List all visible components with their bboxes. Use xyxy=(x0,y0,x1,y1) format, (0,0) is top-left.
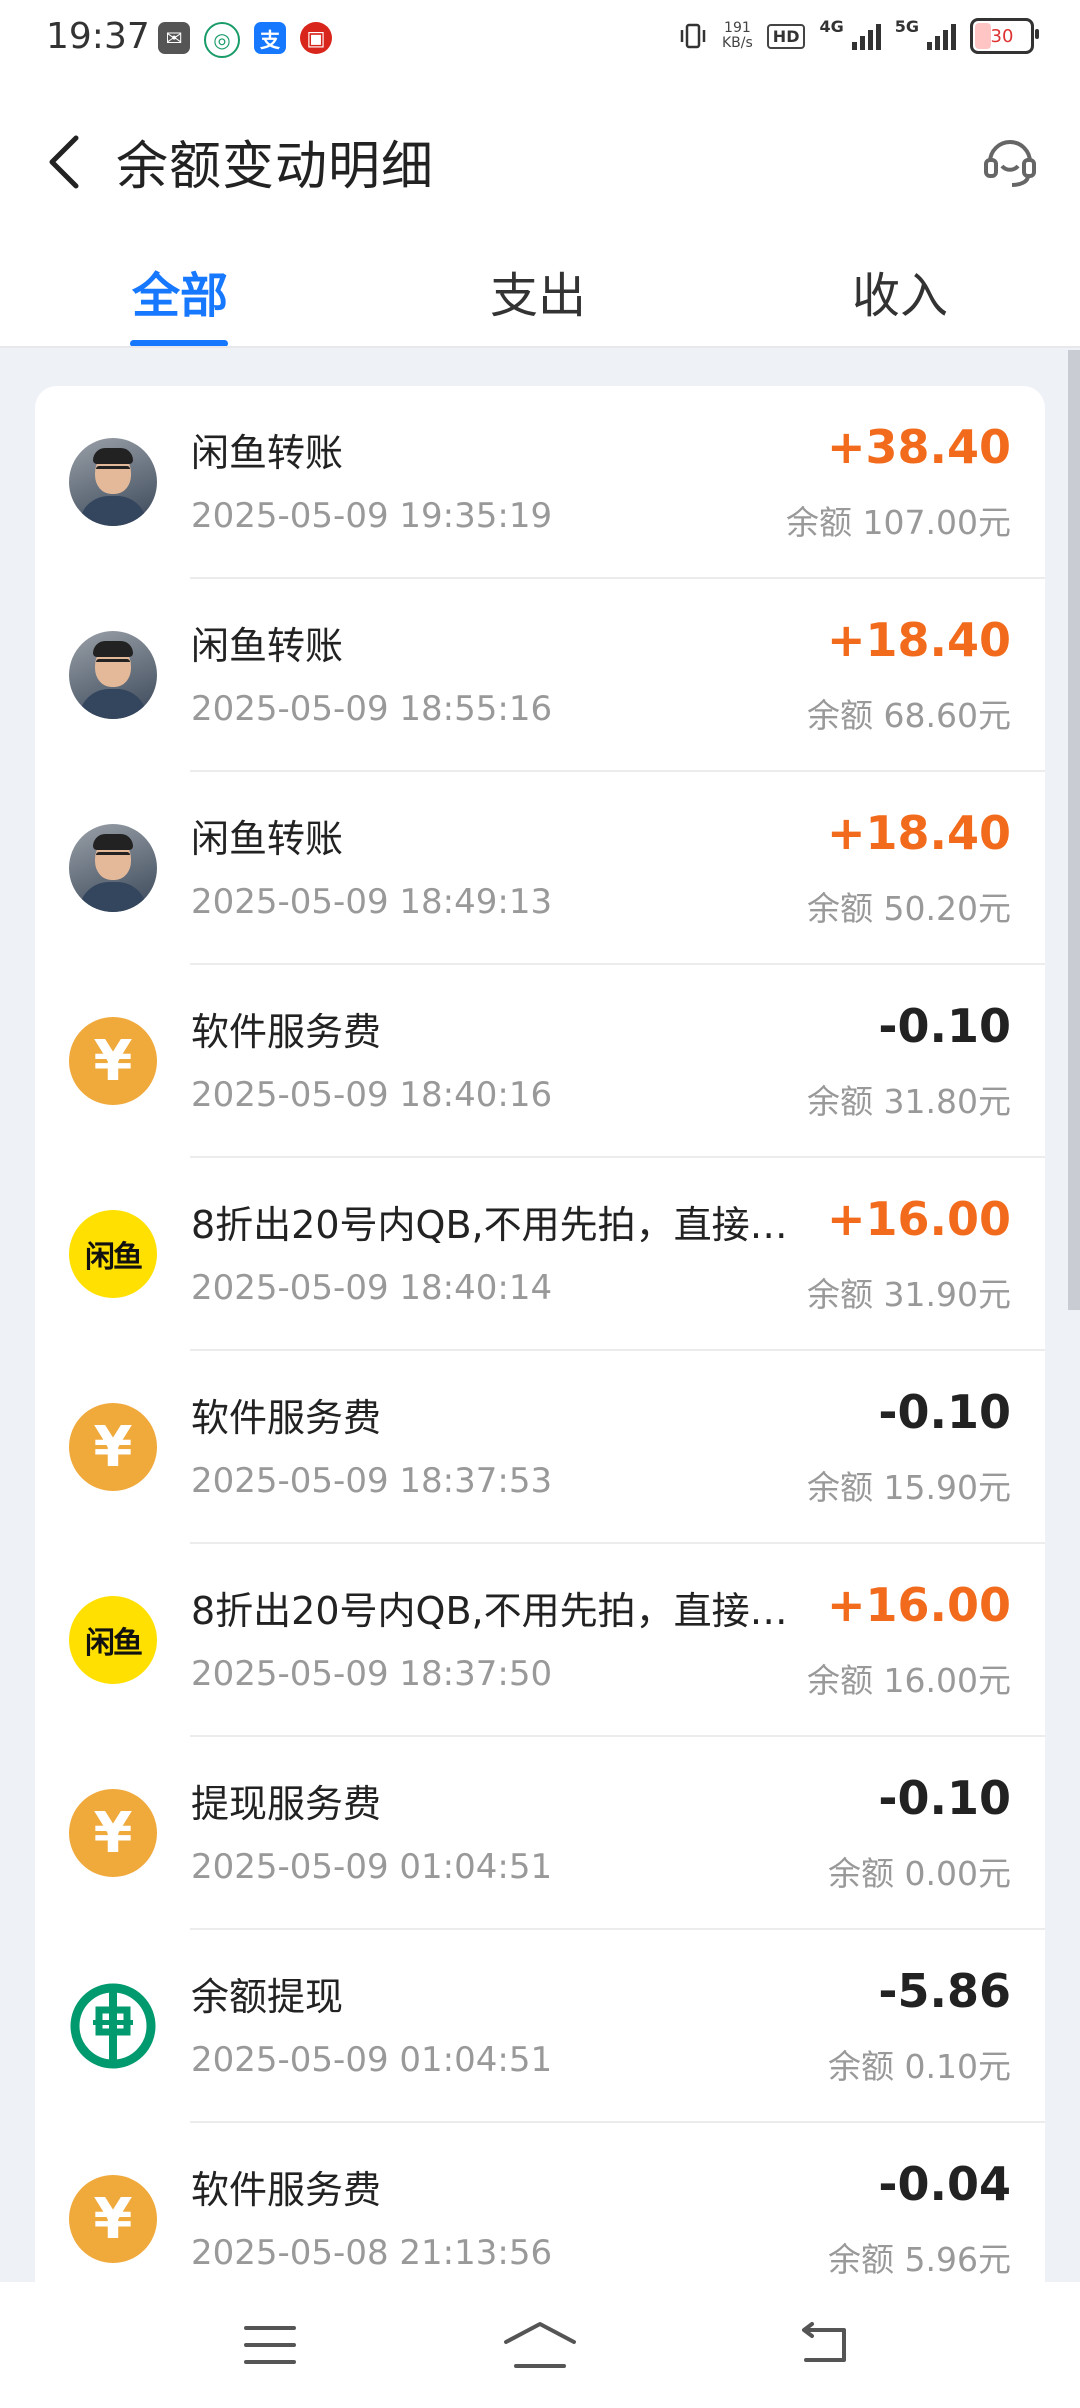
transaction-amount: +16.00 xyxy=(826,1578,1011,1632)
transaction-name: 8折出20号内QB,不用先拍，直接… xyxy=(191,1589,788,1633)
transaction-name: 软件服务费 xyxy=(191,2168,382,2212)
transaction-amount: +18.40 xyxy=(826,806,1011,860)
page-header: 余额变动明细 全部 支出 收入 xyxy=(0,84,1080,347)
transaction-name: 闲鱼转账 xyxy=(191,431,344,475)
transaction-name: 提现服务费 xyxy=(191,1782,382,1826)
transaction-balance: 余额 5.96元 xyxy=(828,2240,1011,2279)
tab-income[interactable]: 收入 xyxy=(852,256,948,326)
status-right: 191 KB/s HD 4G 5G 30 xyxy=(678,16,1039,54)
transaction-amount: -5.86 xyxy=(878,1964,1011,2018)
user-photo-avatar xyxy=(69,631,157,719)
transaction-list: 闲鱼转账 2025-05-09 19:35:19 +38.40 余额 107.0… xyxy=(35,386,1045,2286)
status-bar: 19:37 ✉ ◎ 支 ▣ 191 KB/s HD 4G 5G 30 xyxy=(0,0,1080,84)
transaction-balance: 余额 16.00元 xyxy=(807,1661,1011,1700)
transaction-row[interactable]: ¥ 软件服务费 2025-05-08 21:13:56 -0.04 余额 5.9… xyxy=(35,2123,1045,2286)
transaction-balance: 余额 0.00元 xyxy=(828,1854,1011,1893)
signal-1-icon xyxy=(851,22,881,50)
transaction-name: 8折出20号内QB,不用先拍，直接… xyxy=(191,1203,788,1247)
transaction-row[interactable]: 闲鱼转账 2025-05-09 18:55:16 +18.40 余额 68.60… xyxy=(35,579,1045,772)
back-button[interactable] xyxy=(34,124,94,200)
yuan-icon: ¥ xyxy=(69,2175,157,2263)
transaction-amount: +18.40 xyxy=(826,613,1011,667)
transaction-time: 2025-05-09 18:55:16 xyxy=(191,689,553,729)
transaction-row[interactable]: 闲鱼 8折出20号内QB,不用先拍，直接… 2025-05-09 18:40:1… xyxy=(35,1158,1045,1351)
transaction-time: 2025-05-09 01:04:51 xyxy=(191,1847,553,1887)
transaction-name: 闲鱼转账 xyxy=(191,817,344,861)
transaction-balance: 余额 68.60元 xyxy=(807,696,1011,735)
transaction-amount: -0.10 xyxy=(878,1385,1011,1439)
header-divider xyxy=(0,346,1080,348)
transaction-row[interactable]: 余额提现 2025-05-09 01:04:51 -5.86 余额 0.10元 xyxy=(35,1930,1045,2123)
vibrate-icon xyxy=(680,23,706,49)
transaction-time: 2025-05-09 18:40:16 xyxy=(191,1075,553,1115)
bank-logo xyxy=(69,1982,157,2070)
xianyu-logo: 闲鱼 xyxy=(69,1596,157,1684)
transaction-row[interactable]: 闲鱼 8折出20号内QB,不用先拍，直接… 2025-05-09 18:37:5… xyxy=(35,1544,1045,1737)
speed-unit: KB/s xyxy=(722,35,753,51)
transaction-balance: 余额 31.90元 xyxy=(807,1275,1011,1314)
back-arrow-icon xyxy=(802,2322,846,2362)
scrollbar[interactable] xyxy=(1068,350,1080,1310)
transaction-row[interactable]: ¥ 提现服务费 2025-05-09 01:04:51 -0.10 余额 0.0… xyxy=(35,1737,1045,1930)
transaction-time: 2025-05-09 18:40:14 xyxy=(191,1268,553,1308)
network-speed: 191 KB/s xyxy=(722,21,753,51)
system-nav-bar xyxy=(0,2282,1080,2408)
transaction-balance: 余额 50.20元 xyxy=(807,889,1011,928)
page-title: 余额变动明细 xyxy=(116,137,435,197)
transaction-row[interactable]: ¥ 软件服务费 2025-05-09 18:37:53 -0.10 余额 15.… xyxy=(35,1351,1045,1544)
transaction-time: 2025-05-08 21:13:56 xyxy=(191,2233,553,2273)
transaction-amount: -0.04 xyxy=(878,2157,1011,2211)
alipay-notification-icon: 支 xyxy=(254,22,286,54)
transaction-time: 2025-05-09 18:37:53 xyxy=(191,1461,553,1501)
yuan-icon: ¥ xyxy=(69,1789,157,1877)
transaction-time: 2025-05-09 01:04:51 xyxy=(191,2040,553,2080)
transaction-amount: -0.10 xyxy=(878,1771,1011,1825)
citic-notification-icon: ▣ xyxy=(300,22,332,54)
bank-notification-icon: ◎ xyxy=(204,22,240,58)
transaction-balance: 余额 15.90元 xyxy=(807,1468,1011,1507)
user-photo-avatar xyxy=(69,824,157,912)
transaction-balance: 余额 107.00元 xyxy=(786,503,1011,542)
mail-notification-icon: ✉ xyxy=(158,22,190,54)
transaction-amount: +38.40 xyxy=(826,420,1011,474)
transaction-name: 软件服务费 xyxy=(191,1010,382,1054)
transaction-row[interactable]: 闲鱼转账 2025-05-09 19:35:19 +38.40 余额 107.0… xyxy=(35,386,1045,579)
hd-badge: HD xyxy=(766,23,806,49)
xianyu-logo: 闲鱼 xyxy=(69,1210,157,1298)
headset-icon xyxy=(984,140,1036,187)
transaction-balance: 余额 31.80元 xyxy=(807,1082,1011,1121)
transaction-amount: -0.10 xyxy=(878,999,1011,1053)
chevron-left-icon xyxy=(49,135,79,189)
network-4g-label: 4G xyxy=(819,16,844,36)
tab-expense[interactable]: 支出 xyxy=(490,256,586,326)
transaction-row[interactable]: 闲鱼转账 2025-05-09 18:49:13 +18.40 余额 50.20… xyxy=(35,772,1045,965)
abc-bank-icon xyxy=(70,1983,156,2069)
yuan-icon: ¥ xyxy=(69,1017,157,1105)
user-photo-avatar xyxy=(69,438,157,526)
transaction-name: 软件服务费 xyxy=(191,1396,382,1440)
notification-icons: ✉ ◎ 支 ▣ xyxy=(158,22,332,58)
home-nav-button[interactable] xyxy=(500,2312,580,2378)
menu-nav-button[interactable] xyxy=(230,2312,310,2378)
yuan-icon: ¥ xyxy=(69,1403,157,1491)
home-icon xyxy=(504,2322,576,2368)
transaction-row[interactable]: ¥ 软件服务费 2025-05-09 18:40:16 -0.10 余额 31.… xyxy=(35,965,1045,1158)
status-time: 19:37 xyxy=(46,16,150,57)
menu-icon xyxy=(244,2326,296,2364)
battery-level: 30 xyxy=(990,25,1014,47)
transaction-balance: 余额 0.10元 xyxy=(828,2047,1011,2086)
customer-service-button[interactable] xyxy=(974,124,1046,196)
network-5g-label: 5G xyxy=(894,16,919,36)
transaction-time: 2025-05-09 18:37:50 xyxy=(191,1654,553,1694)
transaction-name: 余额提现 xyxy=(191,1975,344,2019)
speed-value: 191 xyxy=(724,20,751,36)
signal-2-icon xyxy=(927,22,956,50)
transaction-name: 闲鱼转账 xyxy=(191,624,344,668)
transaction-amount: +16.00 xyxy=(826,1192,1011,1246)
back-nav-button[interactable] xyxy=(784,2312,864,2378)
tab-all[interactable]: 全部 xyxy=(132,256,228,326)
transaction-time: 2025-05-09 19:35:19 xyxy=(191,496,553,536)
transaction-time: 2025-05-09 18:49:13 xyxy=(191,882,553,922)
battery-icon: 30 xyxy=(970,18,1039,54)
